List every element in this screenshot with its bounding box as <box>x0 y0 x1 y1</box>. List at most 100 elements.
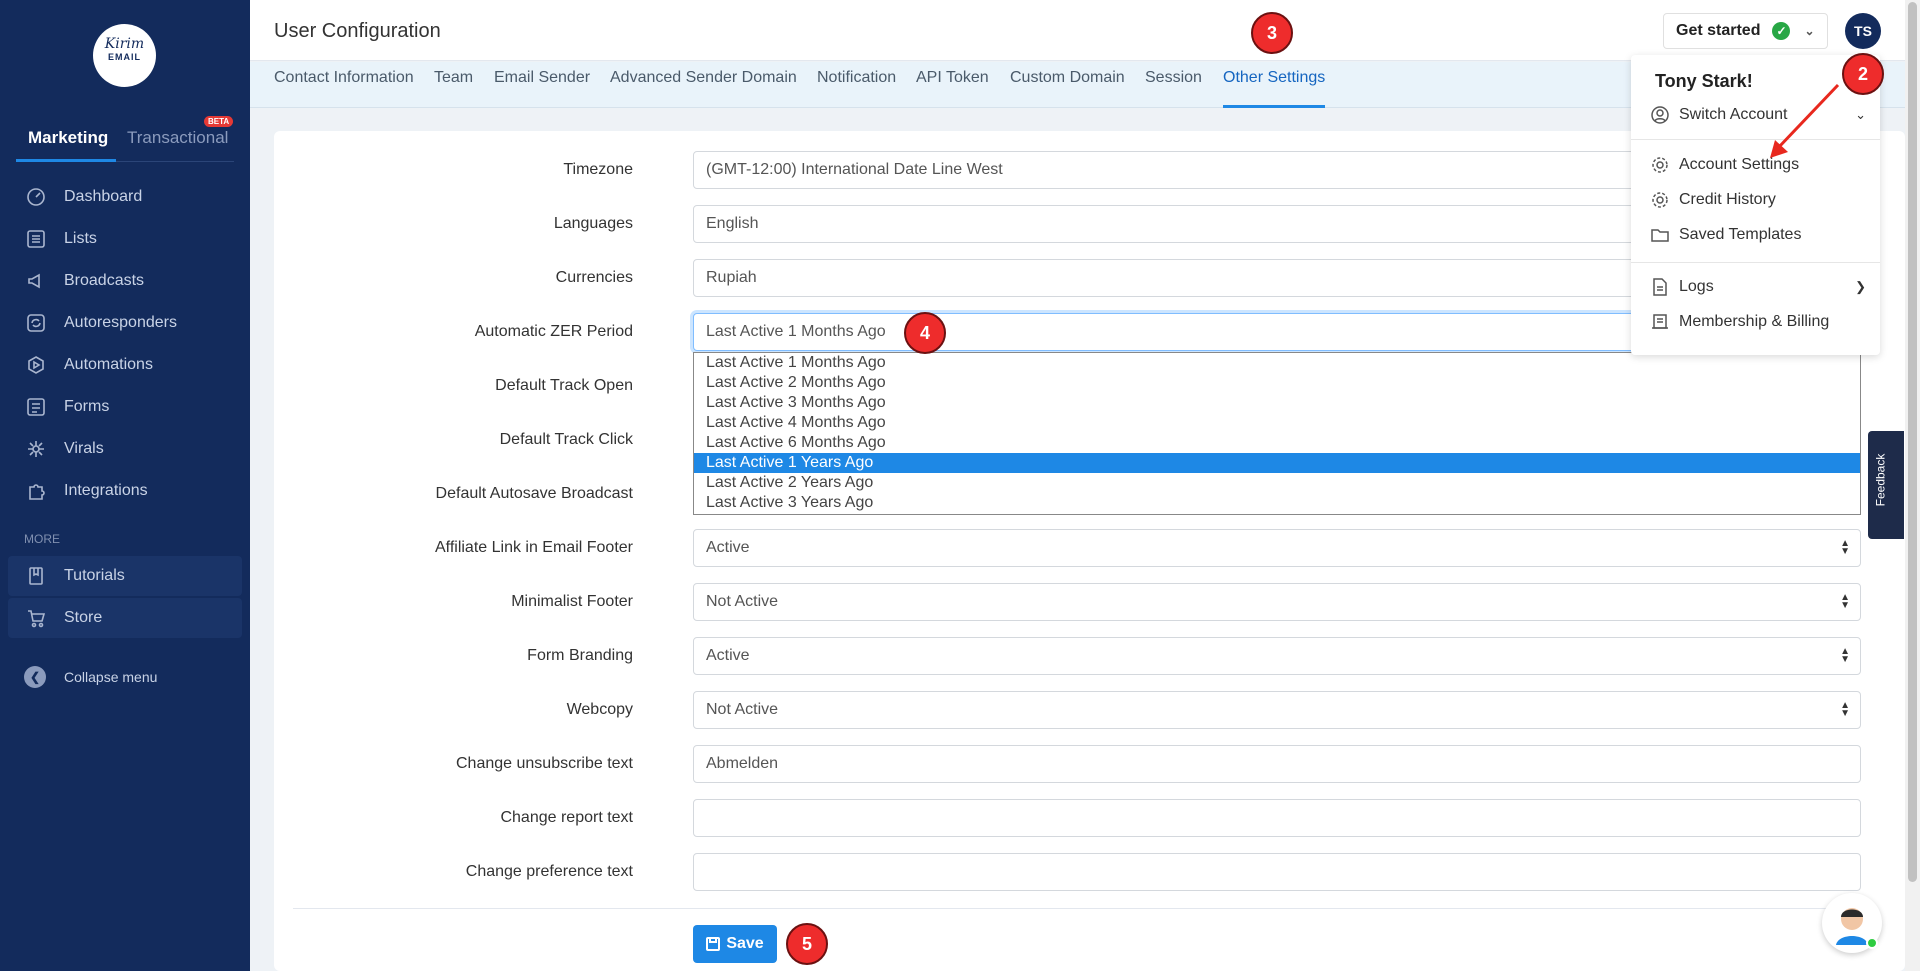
feedback-label: Feedback <box>1873 453 1888 507</box>
zer-option[interactable]: Last Active 3 Years Ago <box>694 493 1860 513</box>
menu-item-label: Logs <box>1679 278 1714 295</box>
sidebar-item-label: Forms <box>64 398 110 415</box>
gear-icon <box>1652 157 1668 173</box>
zer-period-label: Automatic ZER Period <box>474 323 633 340</box>
credit-history-item[interactable]: Credit History <box>1651 191 1866 209</box>
autoresponder-icon <box>27 314 45 332</box>
feedback-tab[interactable]: Feedback <box>1868 431 1904 539</box>
receipt-icon <box>1652 314 1668 329</box>
sidebar-item-label: Store <box>64 609 103 626</box>
preference-text-label: Change preference text <box>465 863 633 880</box>
select-arrows-icon: ▲ ▼ <box>1840 646 1850 665</box>
sidebar-item-lists[interactable]: Lists <box>0 218 250 260</box>
menu-item-label: Membership & Billing <box>1679 313 1830 330</box>
menu-item-label: Credit History <box>1679 191 1776 208</box>
tab-advanced-sender-domain[interactable]: Advanced Sender Domain <box>610 69 797 108</box>
active-tab-underline <box>16 159 116 162</box>
sidebar-item-dashboard[interactable]: Dashboard <box>0 176 250 218</box>
unsubscribe-text-label: Change unsubscribe text <box>456 755 633 772</box>
zer-option[interactable]: Last Active 6 Months Ago <box>694 433 1860 453</box>
tab-custom-domain[interactable]: Custom Domain <box>1010 69 1125 108</box>
select-arrows-icon: ▲ ▼ <box>1840 700 1850 719</box>
affiliate-link-value: Active <box>706 539 750 556</box>
megaphone-icon <box>28 273 40 289</box>
webcopy-label: Webcopy <box>566 701 633 718</box>
unsubscribe-text-value: Abmelden <box>706 755 779 772</box>
zer-option[interactable]: Last Active 3 Months Ago <box>694 393 1860 413</box>
sidebar-item-store[interactable]: Store <box>8 598 242 638</box>
form-divider <box>293 908 1861 909</box>
sidebar-section-more: MORE <box>24 532 60 546</box>
zer-option[interactable]: Last Active 4 Months Ago <box>694 413 1860 433</box>
page-scrollbar[interactable] <box>1905 0 1920 971</box>
annotation-arrow <box>1770 83 1840 158</box>
zer-option-highlighted[interactable]: Last Active 1 Years Ago <box>694 453 1860 473</box>
report-text-input[interactable] <box>693 799 1861 837</box>
track-click-label: Default Track Click <box>499 431 633 448</box>
sidebar: Kirim EMAIL Marketing Transactional BETA… <box>0 0 250 971</box>
select-arrows-icon: ▲ ▼ <box>1840 538 1850 557</box>
autosave-broadcast-label: Default Autosave Broadcast <box>435 485 633 502</box>
tab-notification[interactable]: Notification <box>817 69 896 108</box>
logo-subtext: EMAIL <box>108 52 141 62</box>
sidebar-item-tutorials[interactable]: Tutorials <box>8 556 242 596</box>
unsubscribe-text-input[interactable]: Abmelden <box>693 745 1861 783</box>
affiliate-link-select[interactable]: Active ▲ ▼ <box>693 529 1861 567</box>
tab-other-settings[interactable]: Other Settings <box>1223 69 1326 108</box>
languages-label: Languages <box>553 215 633 232</box>
check-icon: ✓ <box>1772 22 1791 40</box>
saved-templates-item[interactable]: Saved Templates <box>1651 226 1866 244</box>
membership-billing-item[interactable]: Membership & Billing <box>1651 313 1866 331</box>
scrollbar-thumb[interactable] <box>1908 2 1917 882</box>
sidebar-item-forms[interactable]: Forms <box>0 386 250 428</box>
user-avatar[interactable]: TS <box>1845 13 1881 49</box>
viral-icon <box>28 441 44 457</box>
sidebar-item-virals[interactable]: Virals <box>0 428 250 470</box>
sidebar-item-broadcasts[interactable]: Broadcasts <box>0 260 250 302</box>
sidebar-item-label: Virals <box>64 440 104 457</box>
tab-email-sender[interactable]: Email Sender <box>494 69 590 108</box>
sidebar-item-autoresponders[interactable]: Autoresponders <box>0 302 250 344</box>
zer-option[interactable]: Last Active 1 Months Ago <box>694 353 1860 373</box>
currencies-label: Currencies <box>555 269 633 286</box>
sidebar-item-integrations[interactable]: Integrations <box>0 470 250 512</box>
kirim-email-logo[interactable]: Kirim EMAIL <box>93 24 156 87</box>
top-header: User Configuration Get started ✓ ⌄ TS <box>250 0 1905 61</box>
sidebar-tabs: Marketing Transactional BETA <box>16 116 234 162</box>
collapse-menu-label: Collapse menu <box>64 669 158 685</box>
step-marker-4: 4 <box>904 312 946 354</box>
webcopy-value: Not Active <box>706 701 779 718</box>
form-branding-select[interactable]: Active ▲ ▼ <box>693 637 1861 675</box>
minimalist-footer-select[interactable]: Not Active ▲ ▼ <box>693 583 1861 621</box>
preference-text-input[interactable] <box>693 853 1861 891</box>
get-started-label: Get started <box>1676 22 1761 39</box>
tab-api-token[interactable]: API Token <box>916 69 989 108</box>
zer-option[interactable]: Last Active 2 Years Ago <box>694 473 1860 493</box>
tab-transactional[interactable]: Transactional <box>127 128 228 148</box>
save-button[interactable]: Save <box>693 925 777 963</box>
report-text-label: Change report text <box>500 809 633 826</box>
automation-icon <box>28 356 44 374</box>
webcopy-select[interactable]: Not Active ▲ ▼ <box>693 691 1861 729</box>
menu-divider <box>1631 262 1880 263</box>
get-started-button[interactable]: Get started ✓ ⌄ <box>1663 13 1828 49</box>
beta-badge: BETA <box>204 116 234 127</box>
sidebar-item-label: Autoresponders <box>64 314 177 331</box>
tab-session[interactable]: Session <box>1145 69 1202 108</box>
tab-team[interactable]: Team <box>434 69 473 108</box>
sidebar-item-automations[interactable]: Automations <box>0 344 250 386</box>
floppy-icon <box>706 937 721 951</box>
dashboard-icon <box>27 188 45 206</box>
zer-option[interactable]: Last Active 2 Months Ago <box>694 373 1860 393</box>
gear-icon <box>1652 192 1668 208</box>
collapse-menu-button[interactable]: ❮ Collapse menu <box>24 666 157 688</box>
chevron-down-icon: ⌄ <box>1804 24 1815 38</box>
support-chat-avatar[interactable] <box>1822 893 1882 953</box>
chevron-left-icon: ❮ <box>24 666 46 688</box>
logs-item[interactable]: Logs ❯ <box>1651 278 1866 296</box>
tab-contact-information[interactable]: Contact Information <box>274 69 414 108</box>
account-name: Tony Stark! <box>1655 71 1753 91</box>
cart-icon <box>28 610 46 628</box>
tab-marketing[interactable]: Marketing <box>28 128 108 148</box>
logo-text: Kirim <box>104 36 145 52</box>
